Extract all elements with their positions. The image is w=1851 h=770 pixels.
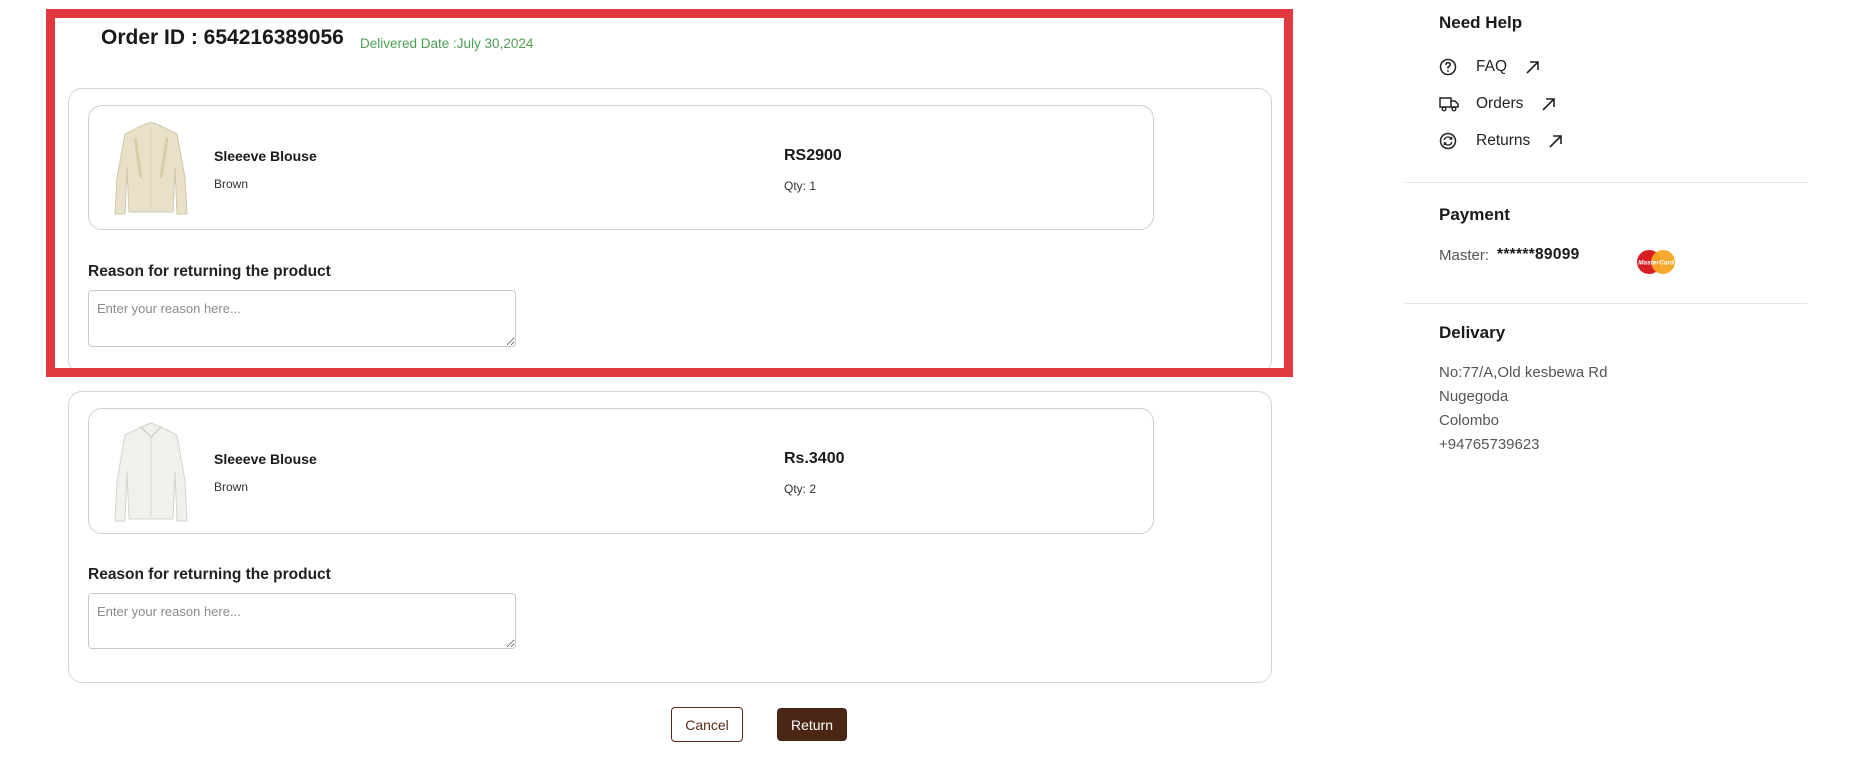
- product-summary: Sleeeve Blouse Brown Rs.3400 Qty: 2: [88, 408, 1154, 534]
- reason-label: Reason for returning the product: [88, 566, 331, 583]
- product-qty: Qty: 2: [784, 482, 817, 496]
- sidebar-divider: [1405, 182, 1807, 183]
- delivered-date: Delivered Date :July 30,2024: [360, 36, 534, 51]
- card-number: ******89099: [1497, 246, 1580, 263]
- product-price: Rs.3400: [784, 450, 845, 467]
- help-link-returns[interactable]: Returns: [1439, 132, 1563, 150]
- mastercard-logo-text: MasterCard: [1638, 260, 1675, 267]
- product-summary: Sleeeve Blouse Brown RS2900 Qty: 1: [88, 105, 1154, 230]
- order-id-title: Order ID : 654216389056: [101, 26, 344, 49]
- arrow-up-right-icon: [1526, 60, 1539, 74]
- help-link-label: Orders: [1476, 95, 1524, 112]
- reason-textarea[interactable]: [88, 290, 516, 347]
- product-name: Sleeeve Blouse: [214, 148, 317, 164]
- question-circle-icon: [1439, 58, 1457, 76]
- payment-heading: Payment: [1439, 205, 1510, 224]
- help-link-label: Returns: [1476, 132, 1531, 149]
- blouse-image: [114, 422, 188, 522]
- arrow-up-right-icon: [1542, 97, 1556, 111]
- delivery-heading: Delivary: [1439, 323, 1506, 342]
- help-link-faq[interactable]: FAQ: [1439, 58, 1540, 76]
- arrow-up-right-icon: [1549, 134, 1563, 148]
- delivery-phone: +94765739623: [1439, 436, 1540, 453]
- product-price: RS2900: [784, 147, 842, 164]
- product-name: Sleeeve Blouse: [214, 451, 317, 467]
- reason-label: Reason for returning the product: [88, 263, 331, 280]
- help-link-label: FAQ: [1476, 58, 1508, 75]
- address-line: Colombo: [1439, 412, 1500, 429]
- help-link-orders[interactable]: Orders: [1439, 95, 1556, 113]
- return-circle-icon: [1439, 132, 1457, 150]
- product-qty: Qty: 1: [784, 179, 817, 193]
- product-color: Brown: [214, 177, 249, 191]
- truck-icon: [1439, 97, 1459, 112]
- return-button[interactable]: Return: [777, 708, 847, 741]
- product-color: Brown: [214, 480, 249, 494]
- blouse-image: [114, 121, 188, 215]
- need-help-heading: Need Help: [1439, 13, 1523, 32]
- mastercard-logo-icon: MasterCard: [1637, 250, 1675, 274]
- sidebar-divider: [1405, 303, 1807, 304]
- address-line: Nugegoda: [1439, 388, 1509, 405]
- reason-textarea[interactable]: [88, 593, 516, 649]
- cancel-button[interactable]: Cancel: [671, 707, 743, 742]
- delivery-address: No:77/A,Old kesbewa Rd Nugegoda Colombo …: [1439, 361, 1607, 457]
- address-line: No:77/A,Old kesbewa Rd: [1439, 364, 1608, 381]
- payment-method-label: Master:: [1439, 247, 1490, 264]
